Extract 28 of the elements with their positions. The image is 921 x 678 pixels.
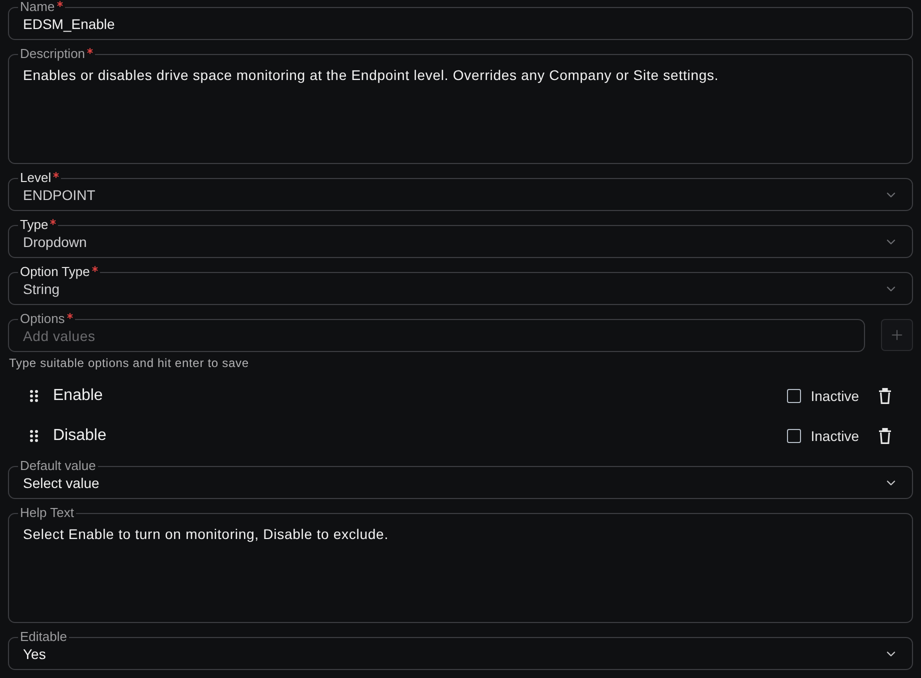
field-label: Description <box>20 47 86 61</box>
option-label: Disable <box>53 427 108 445</box>
checkbox[interactable] <box>786 389 801 403</box>
field-label: Name <box>20 0 55 14</box>
text-area-field[interactable]: Description Enables or disables drive space monitoring at the Endpoint level. Overrides any Company or Site settings. <box>8 47 913 164</box>
text-area-field[interactable]: Help Text Select Enable to turn on monitoring, Disable to exclude. <box>8 506 913 623</box>
options-input[interactable]: Add values <box>23 327 850 345</box>
option-label: Enable <box>53 387 104 405</box>
text-field[interactable]: Name EDSM_Enable <box>8 0 913 40</box>
trash-icon[interactable] <box>879 388 891 404</box>
checkbox[interactable] <box>786 429 801 443</box>
field-label: Options <box>20 312 65 326</box>
field-label: Type <box>20 218 48 232</box>
options-field[interactable]: Options Add values <box>8 312 865 352</box>
checkbox-label: Inactive <box>810 388 859 404</box>
field-label: Editable <box>20 630 67 644</box>
drag-handle-icon[interactable] <box>30 390 38 402</box>
drag-handle-icon[interactable] <box>30 430 38 442</box>
helper-text: Type suitable options and hit enter to save <box>8 355 250 371</box>
field-label: Help Text <box>20 506 74 520</box>
checkbox-label: Inactive <box>810 428 859 444</box>
select-field[interactable]: Default value Select value <box>8 459 913 499</box>
field-label: Level <box>20 171 52 185</box>
trash-icon[interactable] <box>879 428 891 444</box>
field-label: Default value <box>20 459 96 473</box>
plus-icon <box>889 327 905 343</box>
field-label: Option Type <box>20 265 90 279</box>
select-field[interactable]: Editable Yes <box>8 630 913 670</box>
